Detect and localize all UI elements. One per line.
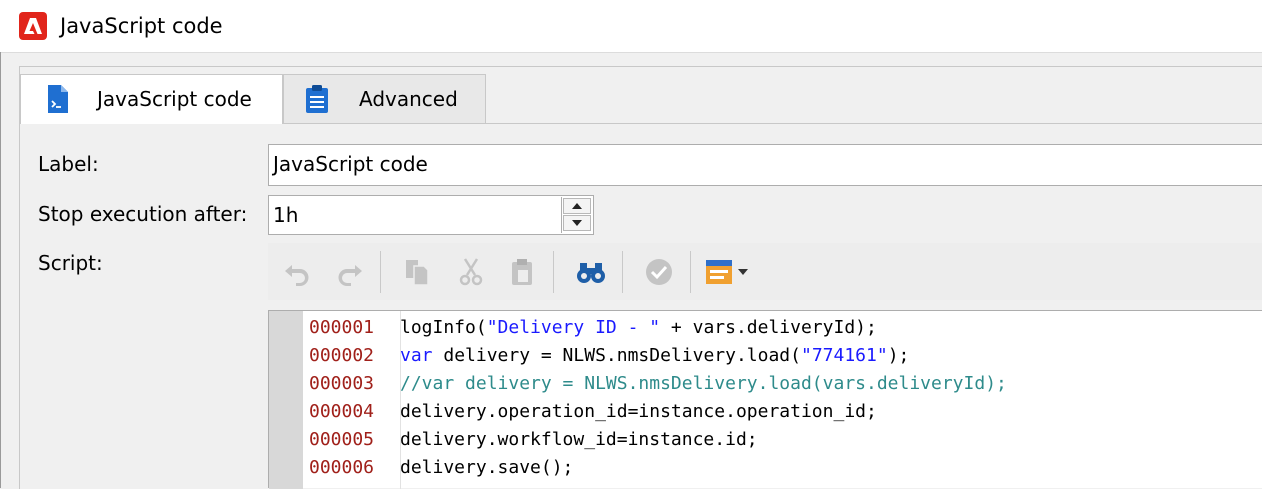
line-number: 000005	[309, 429, 375, 450]
toolbar-separator	[690, 251, 691, 293]
line-number: 000001	[309, 317, 375, 338]
stop-execution-input[interactable]: 1h	[268, 195, 594, 235]
check-syntax-icon[interactable]	[644, 257, 674, 287]
undo-icon[interactable]	[282, 257, 312, 287]
cut-icon[interactable]	[456, 257, 486, 287]
script-editor[interactable]: 000001 logInfo("Delivery ID - " + vars.de…	[268, 310, 1262, 489]
code-line[interactable]: 000004 delivery.operation_id=instance.ope…	[309, 398, 877, 426]
paste-icon[interactable]	[508, 257, 538, 287]
code-token: delivery.operation_id=instance.operation…	[400, 401, 877, 422]
script-doc-icon	[45, 84, 71, 118]
stop-execution-spinner	[561, 197, 592, 233]
code-token: delivery.save();	[400, 457, 574, 478]
toolbar-separator	[380, 251, 381, 293]
label-field-caption: Label:	[38, 152, 99, 176]
tab-javascript-code[interactable]: JavaScript code	[20, 74, 283, 124]
line-number: 000002	[309, 345, 375, 366]
title-bar: JavaScript code	[0, 0, 1262, 53]
spin-down-button[interactable]	[563, 215, 591, 231]
label-input[interactable]: JavaScript code	[268, 144, 1262, 186]
code-token: + vars.deliveryId);	[660, 317, 877, 338]
code-line[interactable]: 000002 var delivery = NLWS.nmsDelivery.lo…	[309, 342, 909, 370]
line-number: 000003	[309, 373, 375, 394]
line-number: 000006	[309, 457, 375, 478]
adobe-app-icon	[19, 12, 47, 40]
line-number: 000004	[309, 401, 375, 422]
script-toolbar	[268, 243, 1262, 300]
code-token: delivery.workflow_id=instance.id;	[400, 429, 758, 450]
code-token: "774161"	[800, 345, 888, 366]
script-caption: Script:	[38, 251, 103, 275]
insert-menu-icon[interactable]	[704, 257, 756, 287]
stop-execution-caption: Stop execution after:	[38, 202, 248, 226]
tab-label: Advanced	[359, 87, 458, 111]
toolbar-separator	[553, 251, 554, 293]
clipboard-list-icon	[304, 84, 330, 118]
code-token: delivery = NLWS.nmsDelivery.load(	[432, 345, 801, 366]
tab-advanced[interactable]: Advanced	[283, 74, 486, 123]
code-token: //var delivery = NLWS.nmsDelivery.load(v…	[400, 373, 1007, 394]
window-title: JavaScript code	[60, 14, 223, 38]
code-line[interactable]: 000001 logInfo("Delivery ID - " + vars.de…	[309, 314, 877, 342]
window-frame-edge	[0, 52, 1, 488]
find-binoculars-icon[interactable]	[575, 257, 605, 287]
code-line[interactable]: 000006 delivery.save();	[309, 454, 573, 482]
code-token: logInfo(	[400, 317, 487, 338]
editor-gutter	[269, 311, 303, 489]
spin-up-button[interactable]	[563, 198, 591, 214]
copy-icon[interactable]	[402, 257, 432, 287]
code-token: var	[400, 345, 433, 366]
code-token: );	[887, 345, 910, 366]
code-token: "Delivery ID - "	[486, 317, 661, 338]
code-line[interactable]: 000003 //var delivery = NLWS.nmsDelivery.…	[309, 370, 1007, 398]
tab-label: JavaScript code	[97, 87, 252, 111]
redo-icon[interactable]	[335, 257, 365, 287]
toolbar-separator	[622, 251, 623, 293]
code-line[interactable]: 000005 delivery.workflow_id=instance.id;	[309, 426, 758, 454]
